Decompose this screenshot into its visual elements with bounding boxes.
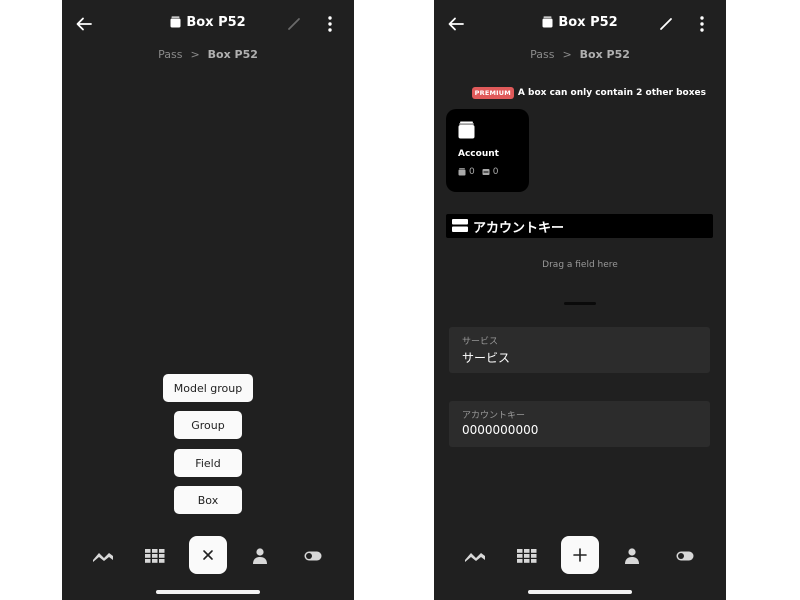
home-indicator: [528, 590, 632, 594]
more-vertical-icon: [700, 16, 704, 32]
box-card-name: Account: [458, 149, 499, 159]
grid-icon: [145, 549, 165, 563]
field-count: 0: [492, 167, 499, 177]
field-card[interactable]: アカウントキー 0000000000: [449, 401, 710, 447]
breadcrumb-current: Box P52: [207, 48, 258, 61]
breadcrumb-parent[interactable]: Pass: [158, 48, 182, 61]
add-field-button[interactable]: Field: [174, 449, 242, 477]
box-count-icon: [458, 168, 466, 176]
person-icon: [253, 548, 267, 564]
title-text: Box P52: [186, 15, 246, 30]
premium-message: A box can only contain 2 other boxes: [517, 88, 706, 98]
more-vertical-icon: [328, 16, 332, 32]
premium-notice[interactable]: PREMIUM A box can only contain 2 other b…: [471, 87, 706, 99]
close-icon: [203, 550, 213, 560]
more-button[interactable]: [318, 12, 342, 36]
field-value: サービス: [462, 351, 511, 365]
person-icon: [625, 548, 639, 564]
drag-handle[interactable]: [564, 302, 596, 305]
nav-activity[interactable]: [455, 536, 495, 576]
premium-badge: PREMIUM: [471, 87, 514, 99]
right-screen: Box P52 Pass > Box P52 PREMIUM A box can o…: [434, 0, 726, 600]
box-card-counts: 0 0: [458, 167, 498, 177]
edit-button[interactable]: [282, 12, 306, 36]
breadcrumb: Pass > Box P52: [434, 48, 726, 61]
field-count-icon: [482, 169, 490, 175]
close-menu-button[interactable]: [189, 536, 227, 574]
edit-button[interactable]: [654, 12, 678, 36]
nav-profile[interactable]: [240, 536, 280, 576]
toggle-icon: [676, 551, 694, 561]
group-title: アカウントキー: [473, 220, 565, 236]
top-bar: Box P52: [62, 8, 354, 40]
field-label: アカウントキー: [462, 411, 526, 421]
box-count: 0: [469, 167, 475, 177]
left-screen: Box P52 Pass > Box P52 Model group Group F…: [62, 0, 354, 600]
drag-hint: Drag a field here: [542, 260, 618, 270]
page-title: Box P52: [62, 15, 354, 32]
add-model-group-button[interactable]: Model group: [163, 374, 253, 402]
home-indicator: [156, 590, 260, 594]
bottom-nav: [434, 536, 726, 576]
activity-icon: [465, 553, 485, 562]
nav-profile[interactable]: [612, 536, 652, 576]
group-header[interactable]: アカウントキー: [446, 214, 713, 238]
bottom-nav: [62, 536, 354, 576]
nav-settings[interactable]: [293, 536, 333, 576]
field-label: サービス: [462, 337, 499, 347]
toggle-icon: [304, 551, 322, 561]
grid-icon: [517, 549, 537, 563]
group-icon: [452, 217, 468, 236]
page-title: Box P52: [434, 15, 726, 32]
box-icon: [542, 16, 553, 32]
box-card[interactable]: Account 0 0: [446, 109, 529, 192]
nav-settings[interactable]: [665, 536, 705, 576]
top-bar: Box P52: [434, 8, 726, 40]
plus-icon: [573, 548, 587, 562]
add-group-button[interactable]: Group: [174, 411, 242, 439]
pencil-icon: [288, 18, 300, 30]
nav-activity[interactable]: [83, 536, 123, 576]
nav-grid[interactable]: [135, 536, 175, 576]
pencil-icon: [660, 18, 672, 30]
add-button[interactable]: [561, 536, 599, 574]
field-card[interactable]: サービス サービス: [449, 327, 710, 373]
activity-icon: [93, 553, 113, 562]
box-icon: [170, 16, 181, 32]
breadcrumb-parent[interactable]: Pass: [530, 48, 554, 61]
breadcrumb: Pass > Box P52: [62, 48, 354, 61]
field-value: 0000000000: [462, 423, 539, 437]
title-text: Box P52: [558, 15, 618, 30]
breadcrumb-separator: >: [190, 48, 200, 61]
breadcrumb-separator: >: [562, 48, 572, 61]
nav-grid[interactable]: [507, 536, 547, 576]
add-box-button[interactable]: Box: [174, 486, 242, 514]
box-icon: [458, 121, 475, 143]
more-button[interactable]: [690, 12, 714, 36]
breadcrumb-current: Box P52: [579, 48, 630, 61]
